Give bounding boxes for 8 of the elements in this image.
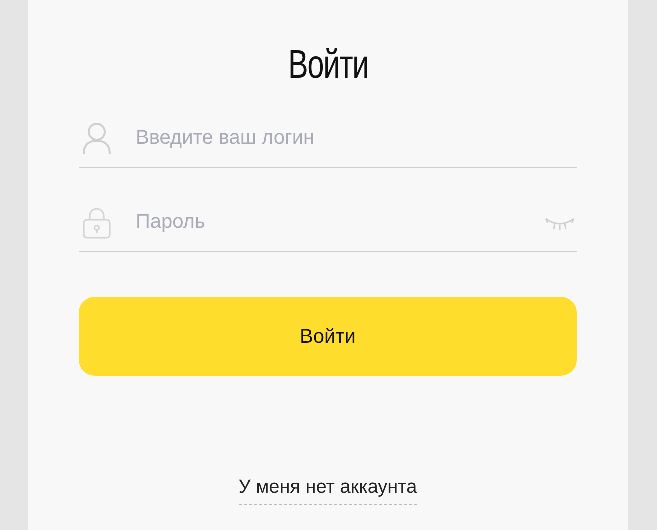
password-field[interactable]: Пароль [136, 207, 520, 237]
no-account-link[interactable]: У меня нет аккаунта [238, 474, 418, 504]
login-button[interactable]: Войти [79, 297, 577, 376]
login-field[interactable]: Введите ваш логин [136, 123, 575, 153]
user-icon [83, 123, 111, 155]
lock-icon [83, 207, 111, 239]
login-title: Войти [288, 42, 368, 89]
closed-eye-icon[interactable] [545, 217, 575, 231]
